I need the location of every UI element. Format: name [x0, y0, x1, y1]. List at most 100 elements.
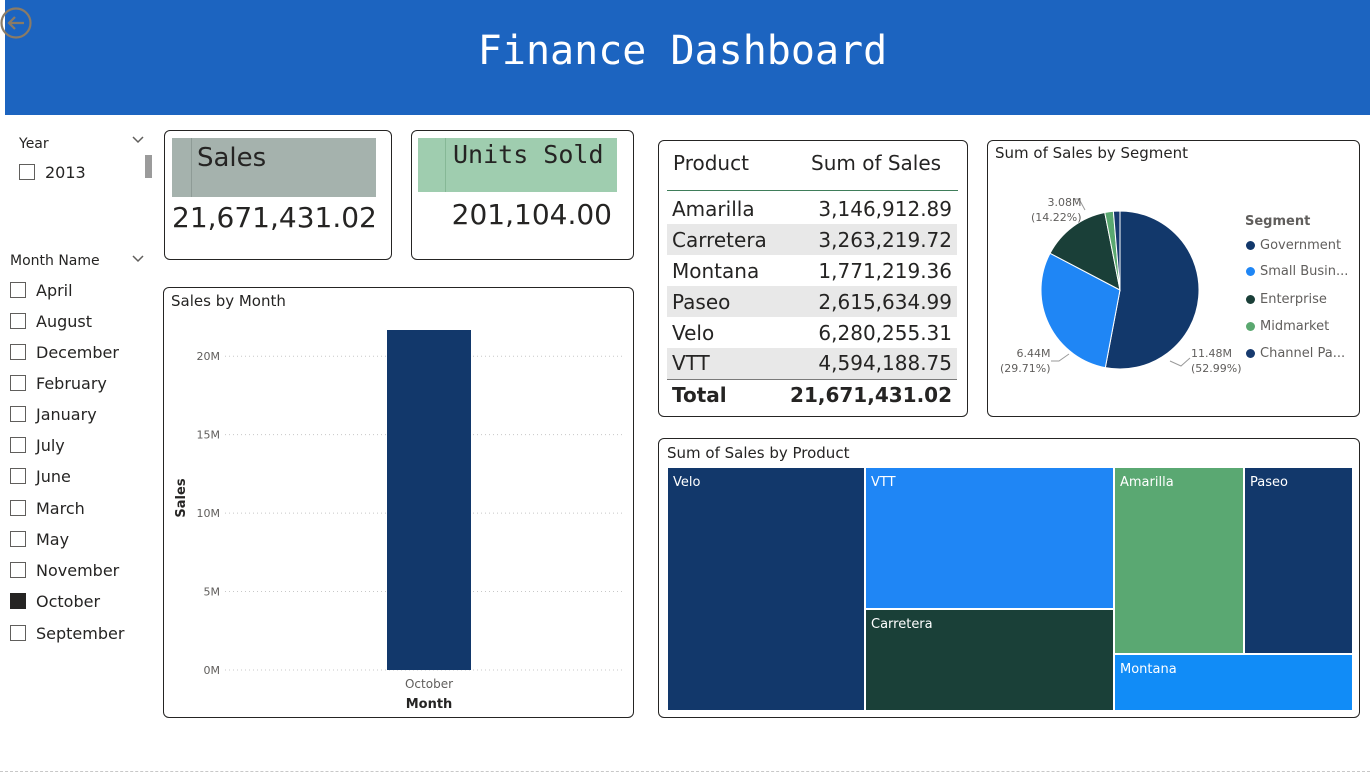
back-button[interactable] — [0, 6, 34, 40]
year-slicer-title: Year — [19, 136, 49, 152]
x-axis-title: Month — [406, 697, 453, 712]
checkbox[interactable] — [10, 562, 26, 578]
legend-item[interactable]: Channel Pa... — [1246, 346, 1345, 361]
checkbox[interactable] — [10, 500, 26, 516]
legend-item[interactable]: Government — [1246, 238, 1341, 253]
month-option-label: June — [36, 466, 71, 486]
checkbox[interactable] — [10, 531, 26, 547]
table-row[interactable]: Montana 1,771,219.36 — [667, 255, 957, 286]
checkbox[interactable] — [10, 375, 26, 391]
table-header-sum-of-sales[interactable]: Sum of Sales — [811, 151, 941, 175]
month-option-july[interactable]: July — [10, 433, 65, 457]
month-option-label: March — [36, 498, 85, 518]
checkbox[interactable] — [10, 313, 26, 329]
total-value: 21,671,431.02 — [776, 378, 957, 410]
month-option-label: April — [36, 280, 73, 300]
month-option-label: August — [36, 311, 92, 331]
month-option-label: July — [36, 435, 65, 455]
checkbox[interactable] — [10, 437, 26, 453]
sales-cell: 3,146,912.89 — [818, 196, 952, 221]
y-axis-title: Sales — [174, 478, 189, 517]
month-slicer-title: Month Name — [10, 253, 100, 269]
sales-cell: 6,280,255.31 — [818, 320, 952, 345]
product-cell: Montana — [672, 258, 760, 283]
sales-cell: 2,615,634.99 — [776, 286, 957, 317]
month-option-label: February — [36, 373, 107, 393]
sales-cell: 1,771,219.36 — [818, 258, 952, 283]
treemap-tile-carretera[interactable]: Carretera — [866, 610, 1113, 710]
month-option-november[interactable]: November — [10, 558, 119, 582]
checkbox[interactable] — [10, 625, 26, 641]
legend-dot-icon — [1246, 322, 1255, 331]
treemap-tile-velo[interactable]: Velo — [668, 468, 864, 710]
product-cell: Paseo — [667, 286, 777, 317]
checkbox[interactable] — [19, 164, 35, 180]
treemap-title: Sum of Sales by Product — [667, 444, 850, 462]
back-arrow-icon — [0, 7, 32, 39]
table-row[interactable]: Velo 6,280,255.31 — [667, 317, 957, 348]
month-option-august[interactable]: August — [10, 309, 92, 333]
month-option-january[interactable]: January — [10, 402, 97, 426]
month-option-label: May — [36, 529, 70, 549]
table-header-divider — [667, 190, 958, 191]
treemap-tile-montana[interactable]: Montana — [1115, 655, 1352, 710]
month-option-may[interactable]: May — [10, 527, 69, 551]
year-option-2013[interactable]: 2013 — [19, 160, 86, 184]
treemap-tile-label: VTT — [871, 475, 896, 490]
treemap-tile-paseo[interactable]: Paseo — [1245, 468, 1352, 653]
table-header-product[interactable]: Product — [673, 151, 749, 175]
pie-label-government: 11.48M (52.99%) — [1191, 347, 1242, 375]
legend-item[interactable]: Small Busin... — [1246, 264, 1348, 279]
legend-label: Enterprise — [1260, 292, 1327, 307]
chevron-down-icon[interactable] — [131, 133, 145, 151]
pie-label-small-business: 6.44M (29.71%) — [1000, 347, 1051, 375]
checkbox[interactable] — [10, 282, 26, 298]
legend-label: Channel Pa... — [1260, 346, 1346, 361]
legend-item[interactable]: Midmarket — [1246, 319, 1329, 334]
month-option-december[interactable]: December — [10, 340, 119, 364]
legend-dot-icon — [1246, 349, 1255, 358]
legend-label: Small Busin... — [1260, 264, 1349, 279]
chevron-down-icon[interactable] — [131, 252, 145, 270]
legend-item[interactable]: Enterprise — [1246, 292, 1327, 307]
treemap-tile-amarilla[interactable]: Amarilla — [1115, 468, 1243, 653]
sales-cell: 4,594,188.75 — [776, 348, 957, 379]
treemap-tile-label: Montana — [1120, 662, 1177, 677]
table-row[interactable]: Carretera 3,263,219.72 — [667, 224, 957, 255]
table-row[interactable]: Paseo 2,615,634.99 — [667, 286, 957, 317]
checkbox[interactable] — [10, 406, 26, 422]
treemap-tile-label: Paseo — [1250, 475, 1288, 490]
product-cell: Amarilla — [672, 196, 755, 221]
legend-label: Government — [1260, 238, 1342, 253]
month-option-march[interactable]: March — [10, 496, 85, 520]
leader-line — [1169, 357, 1191, 367]
y-tick-label: 20M — [197, 350, 221, 363]
table-row[interactable]: Amarilla 3,146,912.89 — [667, 193, 957, 224]
checkbox[interactable] — [10, 468, 26, 484]
checkbox[interactable] — [10, 593, 26, 609]
month-option-label: November — [36, 560, 120, 580]
month-option-february[interactable]: February — [10, 371, 107, 395]
table-row[interactable]: VTT 4,594,188.75 — [667, 348, 957, 379]
treemap-tile-label: Velo — [673, 475, 701, 490]
sales-cell: 3,263,219.72 — [776, 224, 957, 255]
slicer-scrollbar[interactable] — [145, 155, 152, 178]
sales-by-month-chart: 0M 5M 10M 15M 20M October Month Sales — [174, 330, 625, 712]
treemap-tile-vtt[interactable]: VTT — [866, 468, 1113, 608]
month-option-september[interactable]: September — [10, 621, 124, 645]
page-title: Finance Dashboard — [477, 28, 888, 74]
pie-label-enterprise: 3.08M (14.22%) — [1031, 196, 1082, 224]
month-option-label: October — [36, 591, 101, 611]
month-option-october[interactable]: October — [10, 589, 100, 613]
treemap-tile-label: Amarilla — [1120, 475, 1174, 490]
bar-october[interactable] — [387, 330, 471, 670]
table-total-row: Total 21,671,431.02 — [667, 378, 957, 410]
y-tick-label: 0M — [204, 664, 221, 677]
month-option-june[interactable]: June — [10, 464, 71, 488]
month-option-label: September — [36, 623, 125, 643]
product-cell: Velo — [672, 320, 715, 345]
legend-dot-icon — [1246, 267, 1255, 276]
checkbox[interactable] — [10, 344, 26, 360]
month-option-april[interactable]: April — [10, 278, 73, 302]
leader-line — [1051, 353, 1070, 362]
